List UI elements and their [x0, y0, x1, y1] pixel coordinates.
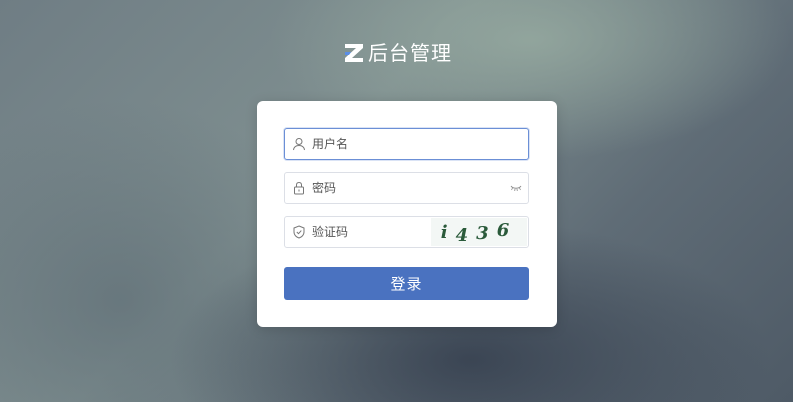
brand-title: 后台管理	[368, 41, 452, 65]
username-input[interactable]	[312, 129, 482, 159]
captcha-image[interactable]: i 4 3 6	[431, 218, 527, 246]
login-card: i 4 3 6 登录	[257, 101, 557, 327]
shield-icon	[293, 225, 305, 239]
captcha-field[interactable]: i 4 3 6	[284, 216, 529, 248]
captcha-char: 6	[496, 219, 518, 241]
captcha-char: 3	[476, 222, 497, 244]
captcha-input[interactable]	[312, 217, 442, 247]
brand-logo: 后台管理	[343, 40, 452, 66]
user-icon	[293, 138, 305, 151]
lock-icon	[294, 181, 304, 195]
captcha-char: i	[440, 221, 456, 243]
z-logo-icon	[345, 44, 363, 62]
eye-closed-icon[interactable]	[510, 183, 522, 193]
captcha-char: 4	[455, 224, 477, 246]
password-field[interactable]	[284, 172, 529, 204]
login-button[interactable]: 登录	[284, 267, 529, 300]
username-field[interactable]	[284, 128, 529, 160]
password-input[interactable]	[312, 173, 482, 203]
